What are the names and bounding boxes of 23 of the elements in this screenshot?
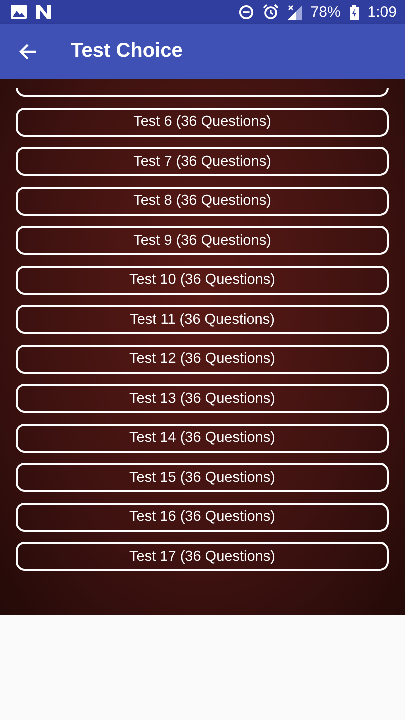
clock-time: 1:09 — [368, 4, 397, 20]
test-button[interactable]: Test 17 (36 Questions) — [16, 542, 389, 571]
test-button[interactable]: Test 13 (36 Questions) — [16, 384, 389, 413]
test-button[interactable]: Test 8 (36 Questions) — [16, 186, 389, 216]
test-button[interactable]: Test 11 (36 Questions) — [16, 305, 389, 334]
battery-percentage: 78% — [310, 4, 341, 20]
alarm-icon — [262, 4, 279, 20]
image-icon — [11, 5, 27, 19]
list-button-edge[interactable] — [16, 88, 389, 97]
battery-icon — [350, 4, 359, 20]
test-button[interactable]: Test 12 (36 Questions) — [16, 344, 389, 374]
test-button[interactable]: Test 9 (36 Questions) — [16, 226, 389, 255]
test-button[interactable]: Test 14 (36 Questions) — [16, 424, 389, 452]
screen-title: Test Choice — [71, 40, 183, 63]
back-button[interactable] — [18, 42, 38, 62]
test-button[interactable]: Test 15 (36 Questions) — [16, 463, 389, 492]
test-button[interactable]: Test 6 (36 Questions) — [16, 108, 389, 136]
do-not-disturb-icon — [238, 4, 254, 20]
signal-icon — [288, 4, 302, 20]
test-button[interactable]: Test 7 (36 Questions) — [16, 147, 389, 176]
test-button[interactable]: Test 10 (36 Questions) — [16, 266, 389, 294]
test-button[interactable]: Test 16 (36 Questions) — [16, 502, 389, 532]
n-logo-icon — [36, 5, 51, 19]
